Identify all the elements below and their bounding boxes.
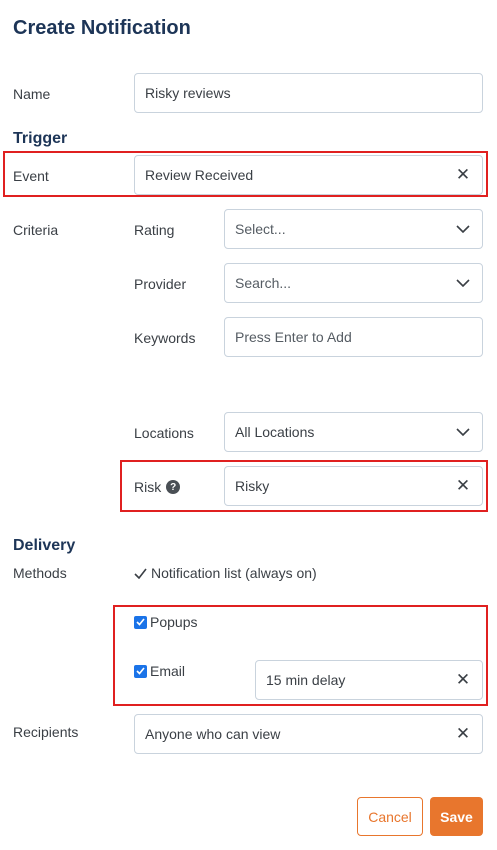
clear-risk-icon[interactable]: ✕ xyxy=(454,476,472,495)
risk-label: Risk xyxy=(134,479,162,495)
recipients-label: Recipients xyxy=(13,724,79,740)
clear-event-icon[interactable]: ✕ xyxy=(454,165,472,184)
trigger-heading: Trigger xyxy=(13,130,68,147)
locations-value: All Locations xyxy=(235,424,315,440)
page-title: Create Notification xyxy=(13,17,191,39)
risk-select[interactable]: Risky ✕ xyxy=(224,466,483,506)
risk-label-group: Risk ? xyxy=(134,479,181,495)
email-checkbox[interactable] xyxy=(134,664,147,678)
notification-list-label: Notification list (always on) xyxy=(151,565,317,581)
notification-list-item: Notification list (always on) xyxy=(134,565,317,581)
cancel-button[interactable]: Cancel xyxy=(357,797,423,836)
event-label: Event xyxy=(13,168,49,184)
chevron-down-icon[interactable] xyxy=(454,274,472,292)
email-label: Email xyxy=(150,663,186,679)
clear-delay-icon[interactable]: ✕ xyxy=(454,670,472,689)
rating-label: Rating xyxy=(134,222,175,238)
criteria-label: Criteria xyxy=(13,222,59,238)
keywords-label: Keywords xyxy=(134,330,196,346)
provider-placeholder: Search... xyxy=(235,275,292,291)
popups-label: Popups xyxy=(150,614,198,630)
email-option[interactable]: Email xyxy=(134,663,185,679)
provider-label: Provider xyxy=(134,276,187,292)
popups-option[interactable]: Popups xyxy=(134,614,197,630)
rating-select[interactable]: Select... xyxy=(224,209,483,249)
event-value: Review Received xyxy=(145,167,254,183)
locations-select[interactable]: All Locations xyxy=(224,412,483,452)
chevron-down-icon[interactable] xyxy=(454,423,472,441)
name-label: Name xyxy=(13,86,51,102)
keywords-input[interactable]: Press Enter to Add xyxy=(224,317,483,357)
chevron-down-icon[interactable] xyxy=(454,220,472,238)
provider-select[interactable]: Search... xyxy=(224,263,483,303)
email-delay-value: 15 min delay xyxy=(266,672,346,688)
risk-value: Risky xyxy=(235,478,270,494)
check-icon xyxy=(134,568,147,579)
keywords-placeholder: Press Enter to Add xyxy=(235,329,352,345)
save-button[interactable]: Save xyxy=(430,797,483,836)
name-input[interactable]: Risky reviews xyxy=(134,73,483,113)
recipients-select[interactable]: Anyone who can view ✕ xyxy=(134,714,483,754)
rating-placeholder: Select... xyxy=(235,221,286,237)
help-icon[interactable]: ? xyxy=(166,480,181,494)
methods-label: Methods xyxy=(13,565,67,581)
name-value: Risky reviews xyxy=(145,85,231,101)
event-select[interactable]: Review Received ✕ xyxy=(134,155,483,195)
recipients-value: Anyone who can view xyxy=(145,726,281,742)
popups-checkbox[interactable] xyxy=(134,615,147,629)
clear-recipients-icon[interactable]: ✕ xyxy=(454,724,472,743)
locations-label: Locations xyxy=(134,425,194,441)
email-delay-select[interactable]: 15 min delay ✕ xyxy=(255,660,483,700)
delivery-heading: Delivery xyxy=(13,537,76,554)
